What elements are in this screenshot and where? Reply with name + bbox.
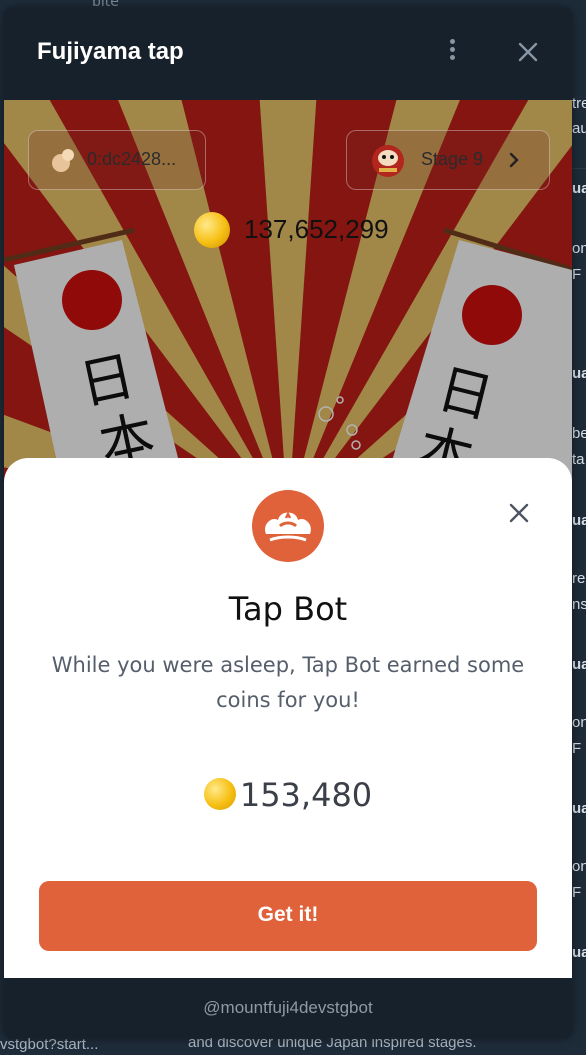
wallet-address: 0:dc2428... — [87, 149, 177, 169]
background-text-fragment: ua — [572, 944, 586, 961]
background-text-fragment: on — [572, 240, 586, 257]
background-text-fragment: re — [572, 570, 586, 587]
background-text-fragment: F — [572, 266, 582, 283]
coin-icon — [194, 212, 230, 248]
background-text-fragment: ta — [572, 451, 585, 468]
background-text-fragment: be — [572, 425, 586, 442]
background-text-fragment: ua — [572, 512, 586, 529]
daruma-icon — [372, 145, 404, 177]
get-it-button[interactable]: Get it! — [39, 881, 537, 951]
tap-bot-modal: Tap Bot While you were asleep, Tap Bot e… — [4, 458, 572, 988]
app-title: Fujiyama tap — [37, 38, 184, 65]
modal-description: While you were asleep, Tap Bot earned so… — [51, 653, 525, 712]
background-text-fragment: ua — [572, 656, 586, 673]
background-text-fragment: ns — [572, 596, 586, 613]
mini-app-window: Fujiyama tap 日 本 日 本 0:dc2428... Stage 9… — [4, 8, 572, 1038]
close-window-icon[interactable] — [512, 36, 544, 68]
background-text-fragment: F — [572, 740, 582, 757]
stage-button[interactable]: Stage 9 — [346, 130, 550, 190]
coin-icon — [203, 778, 236, 810]
modal-title: Tap Bot — [228, 590, 348, 628]
stage-label: Stage 9 — [421, 149, 484, 169]
tap-bot-logo-icon — [252, 490, 324, 562]
wallet-button[interactable]: 0:dc2428... — [28, 130, 206, 190]
background-text-fragment: tre — [572, 95, 586, 112]
background-text-fragment: ua — [572, 365, 586, 382]
background-text-fragment: on — [572, 858, 586, 875]
reward-amount: 153,480 — [239, 776, 373, 814]
background-text-fragment: ua — [572, 800, 586, 817]
wallet-coins-icon — [52, 149, 74, 172]
title-bar: Fujiyama tap — [4, 8, 572, 100]
footer-bar: @mountfuji4devstgbot — [4, 978, 572, 1038]
more-menu-icon[interactable] — [440, 36, 464, 68]
coin-balance: 137,652,299 — [244, 214, 389, 244]
close-modal-icon[interactable] — [504, 498, 534, 528]
background-text-fragment: on — [572, 714, 586, 731]
chevron-right-icon — [509, 152, 519, 168]
reward-amount-row: 153,480 — [4, 776, 572, 814]
background-link-text: vstgbot?start... — [0, 1036, 99, 1053]
background-text-fragment: au — [572, 120, 586, 137]
get-it-button-label: Get it! — [257, 903, 319, 926]
background-text-fragment: ua — [572, 180, 586, 197]
background-text-fragment: F — [572, 884, 582, 901]
bot-handle: @mountfuji4devstgbot — [203, 998, 373, 1017]
